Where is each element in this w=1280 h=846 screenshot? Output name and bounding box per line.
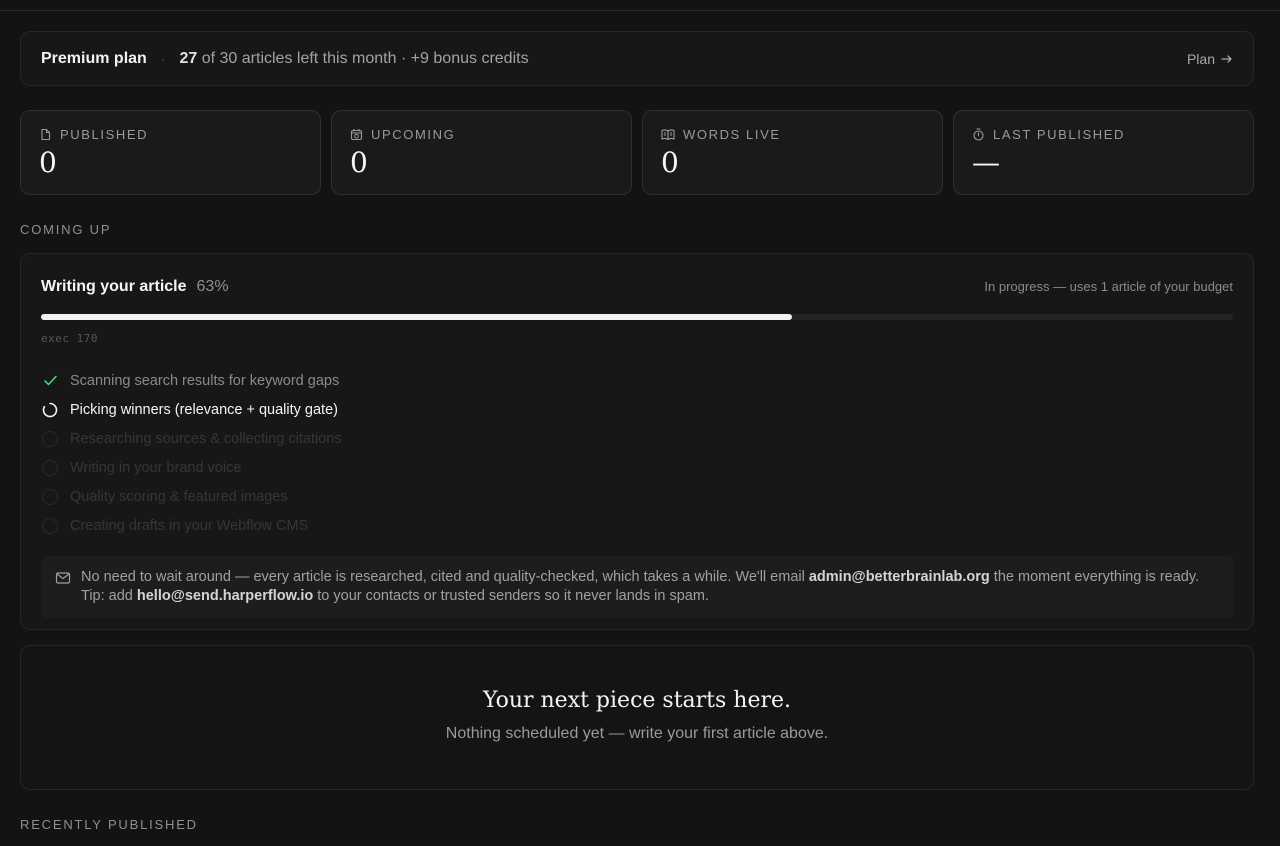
step-label: Quality scoring & featured images — [70, 488, 288, 505]
plan-usage-text: of 30 articles left this month · +9 bonu… — [201, 49, 529, 67]
step-item: Picking winners (relevance + quality gat… — [41, 395, 1233, 424]
step-label: Creating drafts in your Webflow CMS — [70, 517, 309, 534]
plan-bar: Premium plan · 27 of 30 articles left th… — [20, 31, 1254, 86]
notice-email-admin: admin@betterbrainlab.org — [808, 569, 990, 585]
spinner-icon — [41, 401, 59, 419]
pending-circle-icon — [41, 517, 59, 535]
step-label: Writing in your brand voice — [70, 459, 242, 476]
step-item: Researching sources & collecting citatio… — [41, 424, 1233, 453]
step-label: Scanning search results for keyword gaps — [70, 372, 340, 389]
progress-bar — [41, 314, 1233, 320]
step-label: Picking winners (relevance + quality gat… — [70, 401, 338, 418]
plan-name: Premium plan — [41, 49, 147, 67]
pending-circle-icon — [41, 488, 59, 506]
step-item: Writing in your brand voice — [41, 453, 1233, 482]
top-divider — [0, 10, 1280, 11]
open-book-icon — [661, 129, 675, 141]
section-label-coming-up: COMING UP — [20, 222, 112, 237]
plan-link-label: Plan — [1186, 50, 1215, 67]
notice-text: No need to wait around — every article i… — [81, 569, 1200, 604]
stat-label: LAST PUBLISHED — [993, 127, 1125, 142]
checkmark-icon — [41, 372, 59, 390]
step-item: Scanning search results for keyword gaps — [41, 366, 1233, 395]
stat-card-published: PUBLISHED 0 — [20, 110, 321, 195]
progress-note: In progress — uses 1 article of your bud… — [984, 279, 1233, 294]
plan-usage: 27 of 30 articles left this month · +9 b… — [179, 50, 528, 68]
step-item: Quality scoring & featured images — [41, 482, 1233, 511]
stat-label: PUBLISHED — [60, 127, 149, 142]
stat-value: 0 — [661, 146, 679, 179]
step-item: Creating drafts in your Webflow CMS — [41, 511, 1233, 540]
progress-percent: 63% — [196, 278, 229, 295]
stat-value: — — [972, 146, 1000, 179]
step-label: Researching sources & collecting citatio… — [70, 430, 342, 447]
section-label-recently-published: RECENTLY PUBLISHED — [20, 817, 198, 832]
stat-card-upcoming: UPCOMING 0 — [331, 110, 632, 195]
stopwatch-icon — [973, 128, 984, 141]
document-icon — [41, 128, 51, 141]
stat-value: 0 — [350, 146, 368, 179]
empty-state-subtitle: Nothing scheduled yet — write your first… — [445, 725, 829, 742]
arrow-right-icon — [1221, 54, 1232, 63]
calendar-clock-icon — [350, 129, 363, 141]
stat-label: WORDS LIVE — [683, 127, 781, 142]
empty-state-card: Your next piece starts here. Nothing sch… — [20, 645, 1254, 790]
separator-dot: · — [160, 50, 166, 67]
email-notice: No need to wait around — every article i… — [41, 556, 1233, 618]
progress-bar-fill — [41, 314, 792, 320]
pending-circle-icon — [41, 430, 59, 448]
exec-id: exec 170 — [41, 332, 98, 345]
empty-state-title: Your next piece starts here. — [482, 688, 792, 713]
stat-value: 0 — [39, 146, 57, 179]
plan-used-count: 27 — [179, 49, 198, 67]
plan-link[interactable]: Plan — [1187, 51, 1233, 67]
stat-card-words-live: WORDS LIVE 0 — [642, 110, 943, 195]
mail-icon — [55, 572, 71, 584]
notice-email-sender: hello@send.harperflow.io — [136, 588, 314, 604]
article-progress-card: Writing your article 63% In progress — u… — [20, 253, 1254, 630]
stat-card-last-published: LAST PUBLISHED — — [953, 110, 1254, 195]
pending-circle-icon — [41, 459, 59, 477]
stat-label: UPCOMING — [371, 127, 456, 142]
progress-title: Writing your article — [41, 278, 187, 295]
step-list: Scanning search results for keyword gaps… — [41, 366, 1233, 540]
